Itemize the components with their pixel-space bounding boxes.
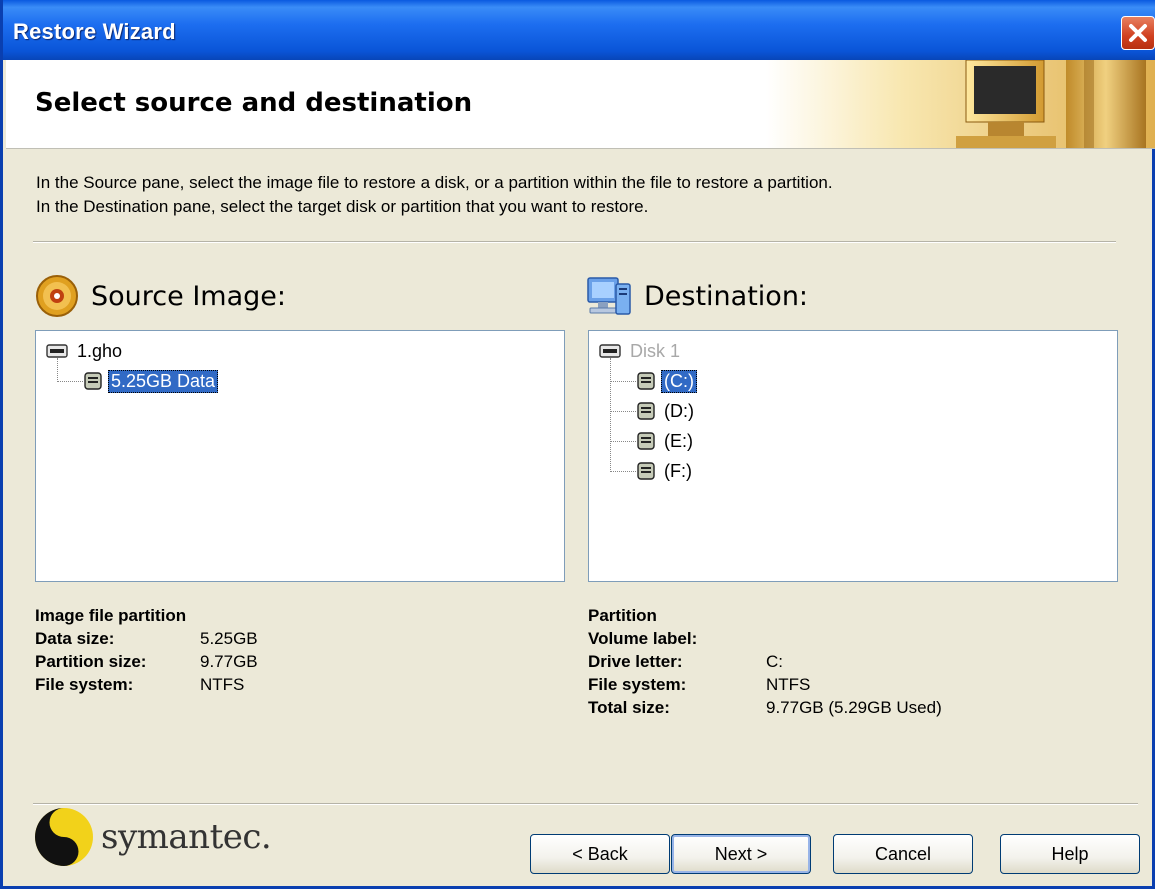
tree-node-label: Disk 1: [630, 340, 681, 361]
page-title: Select source and destination: [35, 88, 473, 118]
tree-node-label: (D:): [664, 400, 694, 421]
tree-node-partition-f[interactable]: (F:): [637, 457, 695, 485]
symantec-logo: symantec.: [33, 806, 272, 868]
info-value: NTFS: [200, 675, 245, 694]
source-tree[interactable]: 1.gho 5.25GB Data: [35, 330, 565, 582]
tree-connector: [610, 358, 611, 472]
wizard-header: Select source and destination: [6, 60, 1155, 149]
destination-heading-label: Destination:: [644, 280, 809, 312]
info-value: 9.77GB: [200, 652, 258, 671]
destination-tree[interactable]: Disk 1 (C:) (D:) (E:) (F:): [588, 330, 1118, 582]
next-button[interactable]: Next >: [671, 834, 811, 874]
info-label: Volume label:: [588, 629, 698, 648]
tree-node-label: (C:): [661, 369, 697, 393]
tree-connector: [57, 358, 58, 382]
source-info-title: Image file partition: [35, 606, 187, 625]
tree-node-disk[interactable]: Disk 1: [599, 337, 683, 365]
drive-icon: [599, 344, 621, 358]
partition-icon: [637, 462, 655, 480]
tree-node-label: 1.gho: [77, 340, 123, 361]
tree-node-partition[interactable]: 5.25GB Data: [84, 367, 219, 395]
disc-icon: [36, 275, 78, 317]
tree-node-label: (E:): [664, 430, 693, 451]
source-heading-label: Source Image:: [91, 280, 286, 312]
tree-connector: [610, 471, 636, 472]
tree-node-partition-e[interactable]: (E:): [637, 427, 696, 455]
info-label: Drive letter:: [588, 652, 683, 671]
source-heading: Source Image:: [35, 274, 286, 318]
tree-node-partition-c[interactable]: (C:): [637, 367, 697, 395]
tree-node-partition-d[interactable]: (D:): [637, 397, 697, 425]
info-value: 5.25GB: [200, 629, 258, 648]
instructions: In the Source pane, select the image fil…: [36, 171, 1136, 219]
info-label: Partition size:: [35, 652, 147, 671]
help-button[interactable]: Help: [1000, 834, 1140, 874]
tree-node-label: 5.25GB Data: [108, 369, 219, 393]
info-label: Total size:: [588, 698, 670, 717]
info-label: File system:: [35, 675, 134, 694]
tree-connector: [610, 441, 636, 442]
partition-icon: [84, 372, 102, 390]
drive-icon: [46, 344, 68, 358]
symantec-logo-icon: [35, 808, 93, 866]
tree-connector: [610, 381, 636, 382]
info-label: File system:: [588, 675, 687, 694]
close-button[interactable]: [1121, 16, 1155, 50]
tree-node-label: (F:): [664, 460, 692, 481]
top-divider: [33, 241, 1116, 243]
info-value: NTFS: [766, 675, 811, 694]
destination-heading: Destination:: [586, 274, 808, 318]
partition-icon: [637, 402, 655, 420]
cancel-button[interactable]: Cancel: [833, 834, 973, 874]
tree-connector: [57, 381, 83, 382]
close-icon: [1129, 24, 1147, 42]
destination-info-title: Partition: [588, 606, 657, 625]
tree-connector: [610, 411, 636, 412]
back-button[interactable]: < Back: [530, 834, 670, 874]
computer-icon: [587, 277, 631, 315]
info-label: Data size:: [35, 629, 115, 648]
symantec-logo-text: symantec.: [101, 817, 272, 857]
window-title: Restore Wizard: [13, 19, 176, 44]
bottom-divider: [33, 803, 1138, 805]
restore-wizard-window: Restore Wizard Select source and destina…: [0, 0, 1155, 889]
info-value: C:: [766, 652, 783, 671]
info-value: 9.77GB (5.29GB Used): [766, 698, 942, 717]
title-bar[interactable]: Restore Wizard: [3, 0, 1155, 60]
instruction-line-1: In the Source pane, select the image fil…: [36, 173, 833, 192]
instruction-line-2: In the Destination pane, select the targ…: [36, 197, 649, 216]
partition-icon: [637, 432, 655, 450]
computer-banner-image: [766, 60, 1155, 148]
partition-icon: [637, 372, 655, 390]
